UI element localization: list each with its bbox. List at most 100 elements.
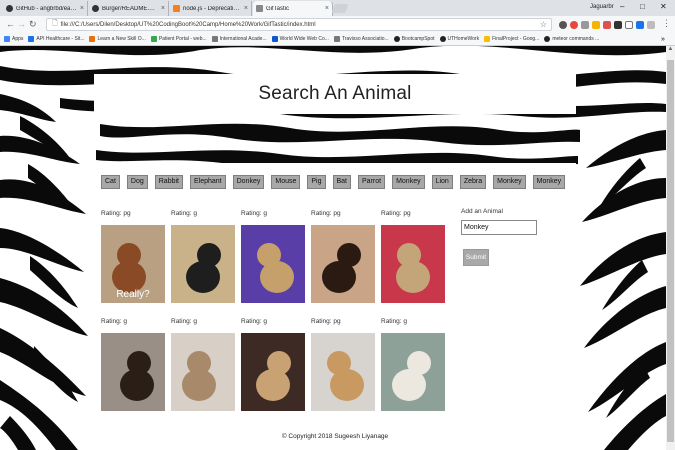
bookmark-item[interactable]: World Wide Web Co... bbox=[271, 36, 329, 42]
header-jumbotron: Search An Animal bbox=[94, 74, 576, 114]
animal-button[interactable]: Monkey bbox=[493, 175, 526, 189]
gif-image[interactable] bbox=[381, 225, 445, 303]
tab-strip: GitHub - angbrbd/eat-d... × Burger/READM… bbox=[0, 0, 675, 16]
close-icon[interactable]: × bbox=[325, 5, 329, 12]
reload-icon[interactable]: ↻ bbox=[29, 19, 37, 30]
submit-button[interactable]: Submit bbox=[463, 249, 489, 266]
scroll-up-icon[interactable]: ▲ bbox=[666, 46, 675, 55]
bookmark-item[interactable]: UTHomeWork bbox=[439, 36, 479, 42]
animal-button[interactable]: Rabbit bbox=[154, 175, 183, 189]
dog-head bbox=[397, 243, 421, 267]
extension-icon[interactable] bbox=[581, 21, 589, 29]
animal-button[interactable]: Zebra bbox=[459, 175, 487, 189]
close-window-icon[interactable]: ✕ bbox=[660, 2, 667, 11]
site-icon bbox=[150, 36, 157, 42]
extension-icon[interactable] bbox=[559, 21, 567, 29]
gif-image[interactable]: Really? bbox=[101, 225, 165, 303]
bookmark-item[interactable]: API Healthcare - Sit... bbox=[28, 36, 84, 42]
bookmark-item[interactable]: BootcampSpot bbox=[393, 36, 435, 42]
scroll-thumb[interactable] bbox=[667, 60, 674, 442]
page-icon bbox=[256, 5, 263, 12]
animal-button[interactable]: Donkey bbox=[232, 175, 265, 189]
animal-button[interactable]: Cat bbox=[101, 175, 120, 189]
animal-button[interactable]: Mouse bbox=[271, 175, 301, 189]
animal-button[interactable]: Parrot bbox=[358, 175, 386, 189]
gif-card: Rating: g bbox=[171, 318, 235, 411]
extension-icon[interactable] bbox=[603, 21, 611, 29]
page-icon bbox=[211, 36, 218, 42]
site-icon bbox=[28, 36, 35, 42]
extension-icon[interactable] bbox=[647, 21, 655, 29]
close-icon[interactable]: × bbox=[244, 5, 248, 12]
tab-giftastic[interactable]: GifTastic × bbox=[253, 1, 333, 16]
animal-button[interactable]: Elephant bbox=[189, 175, 226, 189]
animal-input[interactable] bbox=[461, 220, 537, 235]
bookmarks-overflow-icon[interactable]: » bbox=[661, 36, 665, 43]
tab-nodejs[interactable]: node.js - DeprecationWa... × bbox=[170, 1, 252, 16]
extension-icon[interactable] bbox=[570, 21, 578, 29]
bookmark-item[interactable]: meteor commands ... bbox=[544, 36, 599, 42]
gif-card: Rating: g bbox=[101, 318, 165, 411]
gif-card: Rating: g bbox=[381, 318, 445, 411]
gif-image[interactable] bbox=[311, 225, 375, 303]
gif-picture bbox=[241, 225, 305, 303]
tab-title: Burger/README.md at m... bbox=[102, 5, 159, 12]
tab-github[interactable]: GitHub - angbrbd/eat-d... × bbox=[3, 1, 88, 16]
forward-icon[interactable]: → bbox=[17, 19, 26, 29]
gif-card: Rating: pg bbox=[311, 318, 375, 411]
bookmark-item[interactable]: FinalProject - Goog... bbox=[484, 36, 539, 42]
dog-head bbox=[257, 243, 281, 267]
back-icon[interactable]: ← bbox=[6, 19, 15, 29]
gif-picture bbox=[381, 225, 445, 303]
gif-picture bbox=[171, 225, 235, 303]
github-icon bbox=[393, 36, 400, 42]
gif-image[interactable] bbox=[101, 333, 165, 411]
dog-head bbox=[337, 243, 361, 267]
gif-picture bbox=[311, 225, 375, 303]
dog-body bbox=[256, 369, 290, 401]
bookmark-item[interactable]: Travisso Associatio... bbox=[333, 36, 389, 42]
maximize-icon[interactable]: □ bbox=[640, 2, 645, 11]
scrollbar[interactable]: ▲ bbox=[666, 46, 675, 450]
bookmark-star-icon[interactable]: ☆ bbox=[540, 20, 547, 29]
new-tab-button[interactable] bbox=[331, 4, 349, 13]
tab-title: node.js - DeprecationWa... bbox=[183, 5, 242, 12]
bookmark-item[interactable]: International Acade... bbox=[211, 36, 267, 42]
gif-image[interactable] bbox=[311, 333, 375, 411]
animal-button[interactable]: Monkey bbox=[532, 175, 566, 189]
bookmark-apps[interactable]: Apps bbox=[4, 36, 23, 42]
gif-image[interactable] bbox=[241, 333, 305, 411]
gif-image[interactable] bbox=[171, 333, 235, 411]
extension-icon[interactable] bbox=[625, 21, 633, 29]
extension-icon[interactable] bbox=[636, 21, 644, 29]
animal-button[interactable]: Monkey bbox=[392, 175, 425, 189]
gif-rating: Rating: pg bbox=[101, 210, 131, 217]
animal-button[interactable]: Pig bbox=[307, 175, 326, 189]
gif-image[interactable] bbox=[381, 333, 445, 411]
bookmark-item[interactable]: Patient Portal - web... bbox=[150, 36, 207, 42]
gif-caption: Really? bbox=[116, 289, 150, 300]
close-icon[interactable]: × bbox=[80, 5, 84, 12]
minimize-icon[interactable]: – bbox=[620, 2, 624, 11]
profile-name[interactable]: Jaguarbr bbox=[590, 4, 614, 10]
gif-card: Rating: pg bbox=[381, 210, 445, 303]
animal-buttons: Cat Dog Rabbit Elephant Donkey Mouse Pig… bbox=[101, 175, 572, 189]
bookmark-label: Travisso Associatio... bbox=[341, 36, 389, 42]
gif-picture bbox=[171, 333, 235, 411]
gif-image[interactable] bbox=[241, 225, 305, 303]
gif-image[interactable] bbox=[171, 225, 235, 303]
animal-button[interactable]: Dog bbox=[126, 175, 148, 189]
tab-burger[interactable]: Burger/README.md at m... × bbox=[89, 1, 169, 16]
animal-button[interactable]: Lion bbox=[431, 175, 453, 189]
bookmark-label: Patient Portal - web... bbox=[158, 36, 207, 42]
extension-icon[interactable] bbox=[592, 21, 600, 29]
dog-body bbox=[186, 261, 220, 293]
animal-button[interactable]: Bat bbox=[332, 175, 352, 189]
menu-icon[interactable]: ⋮ bbox=[662, 18, 671, 29]
address-bar[interactable]: 🗋 file:///C:/Users/Dilen/Desktop/UT%20Co… bbox=[46, 18, 552, 31]
close-icon[interactable]: × bbox=[161, 5, 165, 12]
dog-head bbox=[117, 243, 141, 267]
page-title: Search An Animal bbox=[258, 83, 412, 104]
extension-icon[interactable] bbox=[614, 21, 622, 29]
bookmark-item[interactable]: Learn a New Skill O... bbox=[89, 36, 146, 42]
